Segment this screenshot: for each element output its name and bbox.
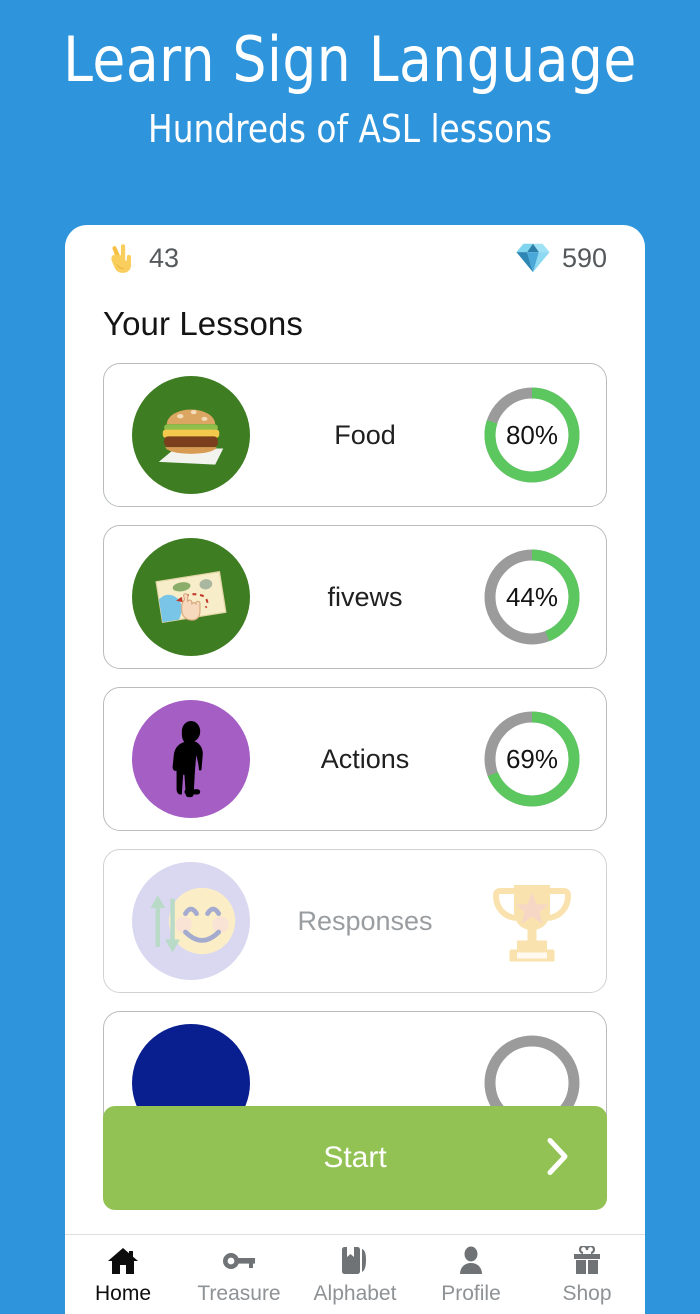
lesson-card-responses[interactable]: Responses — [103, 849, 607, 993]
smiley-arrows-icon — [150, 887, 236, 955]
hamburger-icon — [158, 409, 224, 465]
progress-percent: 44% — [505, 581, 559, 612]
lesson-progress-ring: 69% — [480, 707, 584, 811]
lesson-progress-ring: 44% — [480, 545, 584, 649]
lesson-label: Responses — [297, 905, 433, 936]
gem-icon — [514, 241, 552, 275]
world-map-icon — [155, 571, 227, 623]
nav-item-alphabet[interactable]: Alphabet — [297, 1235, 413, 1306]
lesson-label: fivews — [327, 581, 403, 612]
lesson-avatar — [132, 376, 250, 494]
nav-label: Alphabet — [313, 1282, 397, 1305]
lesson-card-food[interactable]: Food 80% — [103, 363, 607, 507]
lesson-avatar — [132, 862, 250, 980]
nav-item-treasure[interactable]: Treasure — [181, 1235, 297, 1306]
gems-value: 590 — [561, 242, 607, 273]
nav-item-profile[interactable]: Profile — [413, 1235, 529, 1306]
start-button-label: Start — [323, 1141, 387, 1174]
start-button[interactable]: Start — [103, 1106, 607, 1210]
progress-percent: 80% — [505, 419, 559, 450]
lesson-label: Actions — [320, 743, 410, 774]
lesson-label: Food — [334, 419, 396, 450]
stats-bar: 43 590 — [65, 225, 645, 291]
home-icon — [107, 1244, 139, 1278]
promo-title: Learn Sign Language — [63, 23, 637, 96]
lesson-avatar — [132, 700, 250, 818]
book-bookmark-icon — [341, 1244, 369, 1278]
gems-stat[interactable]: 590 — [514, 241, 607, 275]
lesson-avatar — [132, 538, 250, 656]
nav-label: Home — [94, 1282, 152, 1305]
nav-label: Treasure — [197, 1282, 281, 1305]
lesson-progress-ring: 80% — [480, 383, 584, 487]
nav-item-home[interactable]: Home — [65, 1235, 181, 1306]
chevron-right-icon — [545, 1137, 571, 1180]
nav-label: Profile — [441, 1282, 501, 1305]
trophy-icon — [492, 885, 572, 962]
lives-stat[interactable]: 43 — [105, 241, 179, 275]
person-icon — [458, 1244, 484, 1278]
lives-value: 43 — [149, 242, 180, 273]
lesson-card-fivews[interactable]: fivews 44% — [103, 525, 607, 669]
key-icon — [222, 1244, 256, 1278]
app-screen: 43 590 Your Lessons Food 80% fivews 44% … — [65, 225, 645, 1314]
lesson-trophy — [480, 869, 584, 973]
nav-item-shop[interactable]: Shop — [529, 1235, 645, 1306]
page-title: Your Lessons — [103, 305, 303, 342]
promo-header: Learn Sign Language Hundreds of ASL less… — [0, 0, 700, 222]
victory-hand-icon — [105, 241, 139, 275]
lesson-card-actions[interactable]: Actions 69% — [103, 687, 607, 831]
standing-person-icon — [172, 720, 203, 798]
nav-label: Shop — [562, 1282, 612, 1305]
gift-icon — [572, 1244, 602, 1278]
bottom-navigation: Home Treasure Alphabet Profile Shop — [65, 1234, 645, 1314]
progress-percent: 69% — [505, 743, 559, 774]
start-button-container: Start — [103, 1106, 607, 1210]
promo-subtitle: Hundreds of ASL lessons — [148, 107, 552, 152]
